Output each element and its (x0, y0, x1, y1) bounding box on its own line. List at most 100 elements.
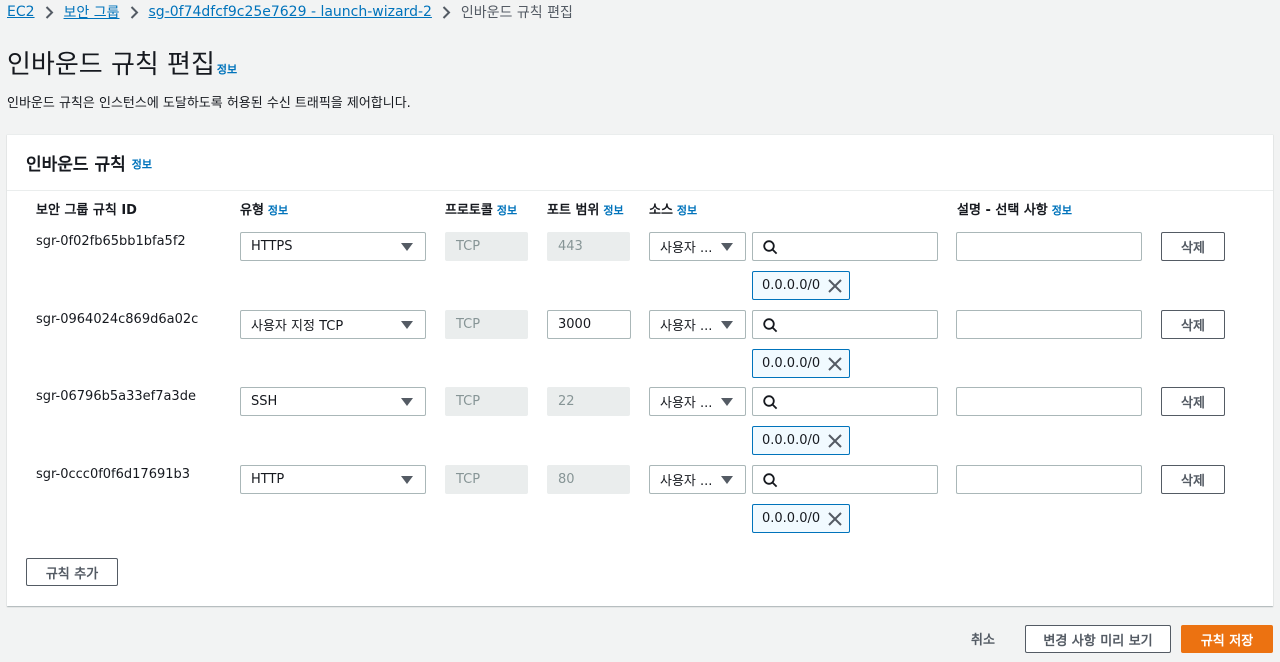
breadcrumb-current: 인바운드 규칙 편집 (460, 5, 573, 21)
type-info-link[interactable]: 정보 (268, 204, 288, 217)
description-input[interactable] (956, 465, 1142, 494)
column-header-port-range-label: 포트 범위 (547, 203, 600, 218)
source-type-value: 사용자 ... (660, 396, 713, 411)
caret-down-icon (401, 243, 413, 251)
type-select-value: 사용자 지정 TCP (251, 319, 344, 334)
column-header-rule-id: 보안 그룹 규칙 ID (36, 199, 137, 218)
delete-button[interactable]: 삭제 (1161, 465, 1225, 494)
protocol-field: TCP (445, 232, 528, 261)
caret-down-icon (721, 321, 733, 329)
caret-down-icon (721, 476, 733, 484)
source-token-label: 0.0.0.0/0 (762, 511, 821, 526)
rule-id: sgr-0964024c869d6a02c (36, 312, 199, 327)
save-rules-button[interactable]: 규칙 저장 (1181, 625, 1273, 653)
cancel-button[interactable]: 취소 (955, 625, 1011, 652)
column-header-description-label: 설명 - 선택 사항 (957, 203, 1048, 218)
source-token-label: 0.0.0.0/0 (762, 278, 821, 293)
source-search-input[interactable] (752, 232, 938, 261)
column-header-type: 유형 정보 (240, 199, 288, 218)
chevron-right-icon (442, 5, 451, 19)
source-type-select[interactable]: 사용자 ... (649, 387, 746, 416)
column-header-source-label: 소스 (649, 203, 673, 218)
description-input[interactable] (956, 232, 1142, 261)
source-search-input[interactable] (752, 310, 938, 339)
rule-id: sgr-0f02fb65bb1bfa5f2 (36, 234, 186, 249)
close-icon[interactable] (827, 433, 843, 449)
column-header-port-range: 포트 범위 정보 (547, 199, 624, 218)
search-icon (763, 473, 778, 488)
close-icon[interactable] (827, 511, 843, 527)
page-description: 인바운드 규칙은 인스턴스에 도달하도록 허용된 수신 트래픽을 제어합니다. (7, 96, 411, 111)
type-select[interactable]: HTTP (240, 465, 426, 494)
inbound-rules-panel: 인바운드 규칙 정보 보안 그룹 규칙 ID 유형 정보 프로토콜 정보 포트 범위… (7, 134, 1273, 606)
type-select[interactable]: 사용자 지정 TCP (240, 310, 426, 339)
panel-title: 인바운드 규칙 (26, 155, 126, 175)
caret-down-icon (401, 321, 413, 329)
search-icon (763, 395, 778, 410)
breadcrumb-security-group-id[interactable]: sg-0f74dfcf9c25e7629 - launch-wizard-2 (149, 4, 432, 20)
panel-header: 인바운드 규칙 정보 (7, 135, 1273, 191)
close-icon[interactable] (827, 356, 843, 372)
type-select[interactable]: HTTPS (240, 232, 426, 261)
add-rule-button[interactable]: 규칙 추가 (26, 558, 118, 586)
source-search-input[interactable] (752, 387, 938, 416)
source-search-input[interactable] (752, 465, 938, 494)
source-type-value: 사용자 ... (660, 319, 713, 334)
page-title-text: 인바운드 규칙 편집 (7, 50, 215, 80)
port-range-field: 22 (547, 387, 630, 416)
port-range-info-link[interactable]: 정보 (603, 204, 623, 217)
column-header-protocol-label: 프로토콜 (445, 203, 493, 218)
description-input[interactable] (956, 387, 1142, 416)
type-select-value: HTTP (251, 472, 285, 487)
chevron-right-icon (130, 5, 139, 19)
type-select-value: SSH (251, 394, 278, 409)
delete-button[interactable]: 삭제 (1161, 387, 1225, 416)
protocol-field: TCP (445, 310, 528, 339)
page-title: 인바운드 규칙 편집 정보 (7, 44, 237, 81)
source-type-value: 사용자 ... (660, 474, 713, 489)
column-header-source: 소스 정보 (649, 199, 697, 218)
source-token: 0.0.0.0/0 (752, 349, 850, 378)
protocol-field: TCP (445, 387, 528, 416)
page-info-link[interactable]: 정보 (217, 61, 237, 77)
caret-down-icon (401, 398, 413, 406)
breadcrumb: EC2 보안 그룹 sg-0f74dfcf9c25e7629 - launch-… (7, 3, 573, 21)
caret-down-icon (721, 243, 733, 251)
delete-button[interactable]: 삭제 (1161, 310, 1225, 339)
source-info-link[interactable]: 정보 (677, 204, 697, 217)
source-token: 0.0.0.0/0 (752, 426, 850, 455)
source-type-select[interactable]: 사용자 ... (649, 232, 746, 261)
column-header-rule-id-label: 보안 그룹 규칙 ID (36, 203, 137, 218)
preview-changes-button[interactable]: 변경 사항 미리 보기 (1025, 625, 1171, 653)
search-icon (763, 318, 778, 333)
source-token: 0.0.0.0/0 (752, 504, 850, 533)
chevron-right-icon (45, 5, 54, 19)
port-range-field: 443 (547, 232, 630, 261)
port-range-input[interactable]: 3000 (547, 310, 631, 339)
source-type-select[interactable]: 사용자 ... (649, 465, 746, 494)
caret-down-icon (401, 476, 413, 484)
source-token-label: 0.0.0.0/0 (762, 356, 821, 371)
protocol-info-link[interactable]: 정보 (497, 204, 517, 217)
panel-info-link[interactable]: 정보 (132, 156, 152, 172)
column-header-protocol: 프로토콜 정보 (445, 199, 517, 218)
rule-id: sgr-0ccc0f0f6d17691b3 (36, 467, 191, 482)
rule-id: sgr-06796b5a33ef7a3de (36, 389, 196, 404)
column-header-type-label: 유형 (240, 203, 264, 218)
type-select[interactable]: SSH (240, 387, 426, 416)
breadcrumb-security-groups[interactable]: 보안 그룹 (64, 2, 120, 22)
description-input[interactable] (956, 310, 1142, 339)
source-type-value: 사용자 ... (660, 241, 713, 256)
protocol-field: TCP (445, 465, 528, 494)
search-icon (763, 240, 778, 255)
breadcrumb-ec2[interactable]: EC2 (7, 4, 35, 20)
delete-button[interactable]: 삭제 (1161, 232, 1225, 261)
description-info-link[interactable]: 정보 (1052, 204, 1072, 217)
close-icon[interactable] (827, 278, 843, 294)
source-token-label: 0.0.0.0/0 (762, 433, 821, 448)
source-token: 0.0.0.0/0 (752, 271, 850, 300)
caret-down-icon (721, 398, 733, 406)
column-header-description: 설명 - 선택 사항 정보 (957, 199, 1072, 218)
source-type-select[interactable]: 사용자 ... (649, 310, 746, 339)
type-select-value: HTTPS (251, 239, 293, 254)
